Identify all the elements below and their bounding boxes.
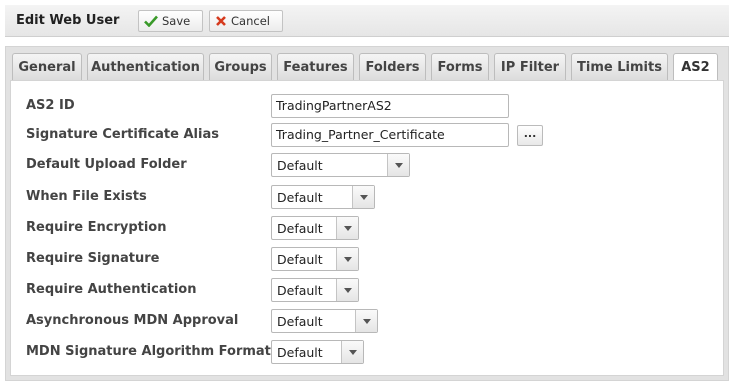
require-signature-value: Default bbox=[277, 252, 323, 267]
as2-id-input[interactable]: TradingPartnerAS2 bbox=[271, 94, 509, 118]
signature-certificate-alias-label: Signature Certificate Alias bbox=[26, 127, 219, 142]
page-title: Edit Web User bbox=[16, 13, 120, 28]
cancel-button[interactable]: Cancel bbox=[209, 10, 283, 32]
require-authentication-select[interactable]: Default bbox=[271, 278, 359, 302]
close-icon bbox=[216, 16, 226, 26]
tab-bar: General Authentication Groups Features F… bbox=[6, 53, 728, 81]
tab-forms[interactable]: Forms bbox=[431, 53, 489, 80]
require-encryption-label: Require Encryption bbox=[26, 220, 167, 235]
mdn-signature-algorithm-label: MDN Signature Algorithm Format bbox=[26, 344, 271, 359]
chevron-down-icon bbox=[341, 341, 363, 363]
require-signature-select[interactable]: Default bbox=[271, 247, 359, 271]
chevron-down-icon bbox=[336, 248, 358, 270]
mdn-signature-algorithm-select[interactable]: Default bbox=[271, 340, 364, 364]
tab-features[interactable]: Features bbox=[277, 53, 354, 80]
tab-as2[interactable]: AS2 bbox=[673, 53, 718, 81]
require-signature-row: Require Signature Default bbox=[11, 247, 723, 271]
asynchronous-mdn-approval-select[interactable]: Default bbox=[271, 309, 378, 333]
default-upload-folder-value: Default bbox=[277, 158, 323, 173]
as2-settings-form: AS2 ID TradingPartnerAS2 Signature Certi… bbox=[10, 80, 724, 376]
tab-groups[interactable]: Groups bbox=[209, 53, 272, 80]
chevron-down-icon bbox=[352, 186, 374, 208]
require-authentication-label: Require Authentication bbox=[26, 282, 197, 297]
require-authentication-row: Require Authentication Default bbox=[11, 278, 723, 302]
when-file-exists-row: When File Exists Default bbox=[11, 185, 723, 209]
tab-time-limits[interactable]: Time Limits bbox=[571, 53, 668, 80]
tab-folders[interactable]: Folders bbox=[359, 53, 426, 80]
require-encryption-select[interactable]: Default bbox=[271, 216, 359, 240]
tab-general[interactable]: General bbox=[12, 53, 82, 80]
as2-id-label: AS2 ID bbox=[26, 98, 75, 113]
signature-certificate-alias-input[interactable]: Trading_Partner_Certificate bbox=[271, 123, 509, 147]
when-file-exists-value: Default bbox=[277, 190, 323, 205]
require-authentication-value: Default bbox=[277, 283, 323, 298]
checkmark-icon bbox=[144, 15, 158, 27]
save-label: Save bbox=[162, 14, 191, 28]
require-signature-label: Require Signature bbox=[26, 251, 160, 266]
when-file-exists-label: When File Exists bbox=[26, 189, 147, 204]
chevron-down-icon bbox=[336, 217, 358, 239]
default-upload-folder-select[interactable]: Default bbox=[271, 153, 410, 177]
tab-authentication[interactable]: Authentication bbox=[87, 53, 204, 80]
page-header: Edit Web User Save Cancel bbox=[5, 5, 729, 37]
save-button[interactable]: Save bbox=[138, 10, 203, 32]
require-encryption-value: Default bbox=[277, 221, 323, 236]
asynchronous-mdn-approval-label: Asynchronous MDN Approval bbox=[26, 313, 239, 328]
default-upload-folder-row: Default Upload Folder Default bbox=[11, 153, 723, 177]
as2-id-row: AS2 ID TradingPartnerAS2 bbox=[11, 94, 723, 118]
chevron-down-icon bbox=[355, 310, 377, 332]
require-encryption-row: Require Encryption Default bbox=[11, 216, 723, 240]
tab-panel: General Authentication Groups Features F… bbox=[5, 46, 729, 381]
tab-ip-filter[interactable]: IP Filter bbox=[494, 53, 566, 80]
chevron-down-icon bbox=[387, 154, 409, 176]
cancel-label: Cancel bbox=[231, 14, 270, 28]
mdn-signature-algorithm-row: MDN Signature Algorithm Format Default bbox=[11, 340, 723, 364]
asynchronous-mdn-approval-row: Asynchronous MDN Approval Default bbox=[11, 309, 723, 333]
chevron-down-icon bbox=[336, 279, 358, 301]
default-upload-folder-label: Default Upload Folder bbox=[26, 157, 187, 172]
signature-certificate-alias-row: Signature Certificate Alias Trading_Part… bbox=[11, 123, 723, 147]
when-file-exists-select[interactable]: Default bbox=[271, 185, 375, 209]
browse-certificate-button[interactable]: ... bbox=[517, 125, 543, 146]
mdn-signature-algorithm-value: Default bbox=[277, 345, 323, 360]
asynchronous-mdn-approval-value: Default bbox=[277, 314, 323, 329]
